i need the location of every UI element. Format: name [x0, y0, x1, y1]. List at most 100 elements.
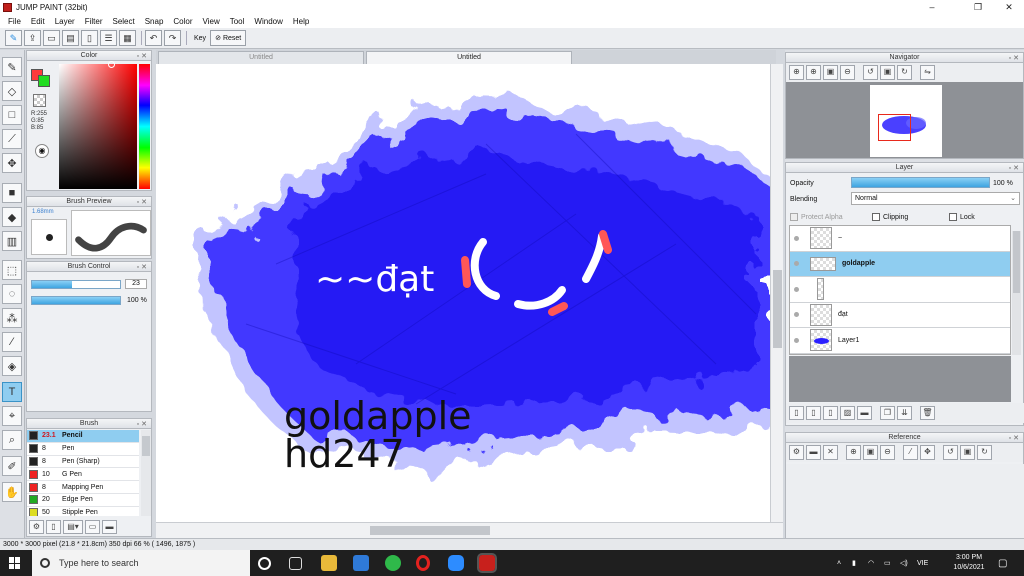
minimize-button[interactable]: –	[917, 0, 947, 14]
new-layer-8bit-icon[interactable]: ▯	[806, 406, 821, 420]
blending-select[interactable]: Normal ⌄	[851, 192, 1020, 205]
layer-folder-icon[interactable]: ▬	[857, 406, 872, 420]
magic-wand-tool-icon[interactable]: ⁂	[2, 308, 22, 328]
background-color-swatch[interactable]	[38, 75, 50, 87]
reference-viewer[interactable]	[786, 464, 1024, 538]
ref-fit-icon[interactable]: ▣	[863, 445, 878, 460]
brush-settings-icon[interactable]: ✎	[5, 30, 22, 46]
language-indicator[interactable]: VIE	[917, 550, 928, 576]
panel-buttons-icon[interactable]: ▫✕	[1009, 54, 1021, 63]
layer-visibility-icon[interactable]	[794, 235, 799, 241]
panel-buttons-icon[interactable]: ▫✕	[137, 52, 149, 61]
rotate-left-icon[interactable]: ↺	[863, 65, 878, 80]
navigator-thumbnail[interactable]	[870, 85, 942, 157]
ref-move-icon[interactable]: ✥	[920, 445, 935, 460]
network-icon[interactable]: ▭	[884, 550, 891, 576]
clipping-option[interactable]: Clipping	[872, 211, 908, 223]
zoom-in-icon[interactable]: ⊕	[789, 65, 804, 80]
maximize-button[interactable]: ❐	[963, 0, 993, 14]
flip-icon[interactable]: ⇋	[920, 65, 935, 80]
menu-snap[interactable]: Snap	[140, 17, 169, 26]
export-icon[interactable]: ⇪	[24, 30, 41, 46]
list-icon[interactable]: ☰	[100, 30, 117, 46]
layer-row[interactable]: ~	[790, 226, 1010, 252]
layer-row[interactable]	[790, 277, 1010, 303]
menu-layer[interactable]: Layer	[50, 17, 80, 26]
page-icon[interactable]: ▯	[81, 30, 98, 46]
open-reference-icon[interactable]: ▬	[806, 445, 821, 460]
brush-item[interactable]: 10 G Pen	[27, 468, 139, 482]
brush-folder-icon[interactable]: ▬	[102, 519, 117, 534]
rectangle-tool-icon[interactable]: □	[2, 105, 22, 125]
reset-button[interactable]: ⊘ Reset	[210, 30, 247, 46]
tab-untitled-2[interactable]: Untitled	[366, 51, 572, 64]
drawing-canvas[interactable]: ~~đạt goldapple hd247	[156, 64, 770, 522]
merge-layer-icon[interactable]: ⇊	[897, 406, 912, 420]
rotate-right-icon[interactable]: ↻	[897, 65, 912, 80]
grid-icon[interactable]: ▦	[119, 30, 136, 46]
mail-icon[interactable]	[353, 555, 369, 571]
line-tool-icon[interactable]: ⟋	[2, 129, 22, 149]
menu-edit[interactable]: Edit	[26, 17, 50, 26]
panel-buttons-icon[interactable]: ▫✕	[1009, 434, 1021, 443]
menu-help[interactable]: Help	[288, 17, 314, 26]
reference-settings-icon[interactable]: ⚙	[789, 445, 804, 460]
brush-item[interactable]: 8 Pen (Sharp)	[27, 456, 139, 469]
microphone-icon[interactable]: ▮	[852, 550, 856, 576]
color-cursor[interactable]	[108, 61, 115, 68]
transparent-color-swatch[interactable]	[33, 94, 46, 107]
eyedropper-tool-icon[interactable]: ⌕	[2, 430, 22, 450]
taskbar-search-box[interactable]: Type here to search	[32, 550, 250, 576]
chat-icon[interactable]: ▤	[62, 30, 79, 46]
layer-row[interactable]: đạt	[790, 303, 1010, 328]
volume-icon[interactable]: ◁)	[900, 550, 908, 576]
layer-visibility-icon[interactable]	[794, 337, 799, 343]
text-tool-icon[interactable]: T	[2, 382, 22, 402]
delete-layer-icon[interactable]: 🗑	[920, 406, 935, 420]
lock-checkbox[interactable]	[949, 213, 957, 221]
halftone-layer-icon[interactable]: ▨	[840, 406, 855, 420]
hue-slider[interactable]	[139, 64, 150, 189]
opera-icon[interactable]	[416, 555, 430, 571]
bucket-tool-icon[interactable]: ◆	[2, 207, 22, 227]
brush-tool-icon[interactable]: ✎	[2, 57, 22, 77]
comment-icon[interactable]: ▭	[43, 30, 60, 46]
vertical-scroll-thumb[interactable]	[773, 270, 782, 348]
brush-size-value[interactable]: 23	[125, 279, 147, 289]
menu-file[interactable]: File	[3, 17, 26, 26]
brush-list-scrollbar[interactable]	[141, 430, 151, 516]
panel-buttons-icon[interactable]: ▫✕	[137, 263, 149, 272]
new-layer-icon[interactable]: ▯	[789, 406, 804, 420]
brush-item[interactable]: 8 Mapping Pen	[27, 481, 139, 494]
panel-buttons-icon[interactable]: ▫✕	[137, 420, 149, 429]
select-pen-tool-icon[interactable]: ⁄	[2, 332, 22, 352]
redo-icon[interactable]: ↷	[164, 30, 181, 46]
canvas-vertical-scrollbar[interactable]	[770, 64, 783, 522]
wifi-icon[interactable]: ◠	[868, 550, 874, 576]
ref-eyedropper-icon[interactable]: ⁄	[903, 445, 918, 460]
select-eraser-tool-icon[interactable]: ◈	[2, 356, 22, 376]
saturation-value-picker[interactable]	[59, 64, 137, 189]
layer-row[interactable]: goldapple	[790, 251, 1010, 277]
notifications-icon[interactable]: ▢	[998, 550, 1007, 576]
move-tool-icon[interactable]: ✥	[2, 153, 22, 173]
protect-alpha-checkbox[interactable]	[790, 213, 798, 221]
ref-rotate-right-icon[interactable]: ↻	[977, 445, 992, 460]
ref-zoom-out-icon[interactable]: ⊖	[880, 445, 895, 460]
new-layer-1bit-icon[interactable]: ▯	[823, 406, 838, 420]
layer-opacity-slider[interactable]	[851, 177, 990, 188]
brush-item[interactable]: 23.1 Pencil	[27, 430, 139, 443]
gradient-tool-icon[interactable]: ▥	[2, 231, 22, 251]
protect-alpha-option[interactable]: Protect Alpha	[790, 211, 843, 223]
eraser-tool-icon[interactable]: ◇	[2, 81, 22, 101]
horizontal-scroll-thumb[interactable]	[370, 526, 490, 535]
pen-tool-icon[interactable]: ✐	[2, 456, 22, 476]
rect-select-tool-icon[interactable]: ⬚	[2, 260, 22, 280]
task-view-icon[interactable]	[289, 557, 302, 570]
menu-tool[interactable]: Tool	[225, 17, 250, 26]
lock-option[interactable]: Lock	[949, 211, 975, 223]
brush-item[interactable]: 8 Pen	[27, 443, 139, 456]
cortana-icon[interactable]	[258, 557, 271, 570]
canvas-text-hd247[interactable]: hd247	[284, 435, 405, 473]
clipping-checkbox[interactable]	[872, 213, 880, 221]
